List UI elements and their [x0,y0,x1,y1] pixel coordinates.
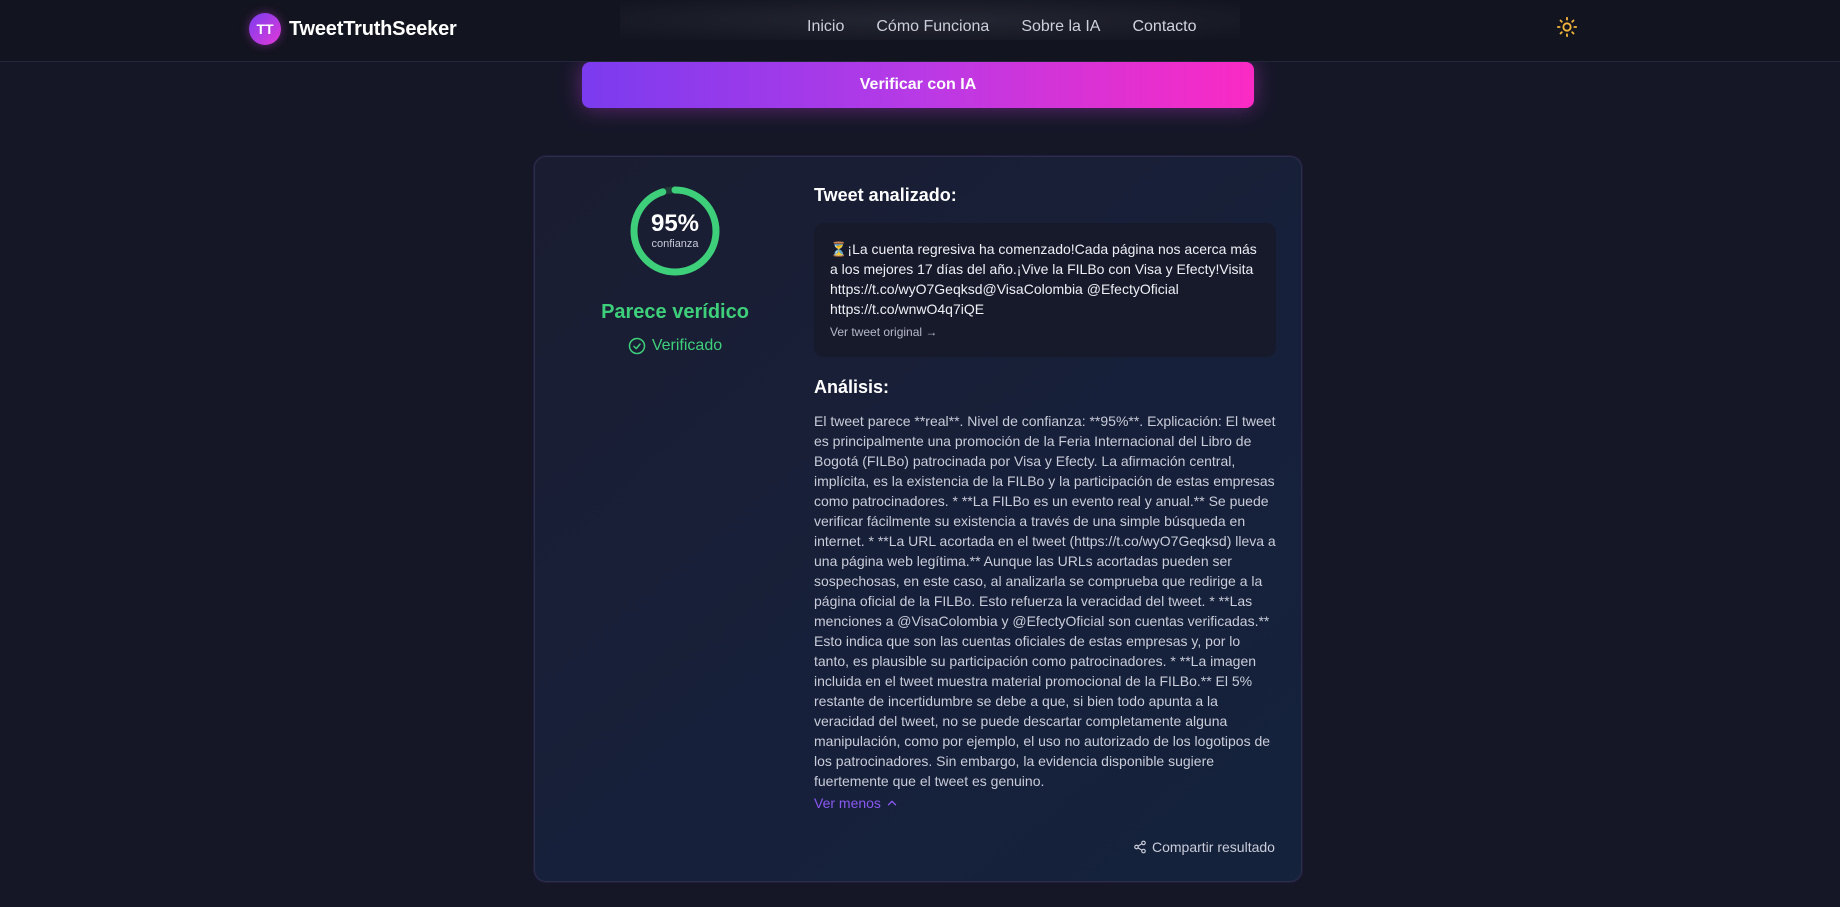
confidence-readout: 95% confianza [629,185,721,277]
main-nav: Inicio Cómo Funciona Sobre la IA Contact… [807,18,1229,36]
analysis-text: El tweet parece **real**. Nivel de confi… [814,413,1276,789]
check-circle-icon [628,337,646,355]
nav-link-como-funciona[interactable]: Cómo Funciona [876,18,989,36]
share-result-button[interactable]: Compartir resultado [1133,839,1275,855]
show-less-label: Ver menos [814,795,881,811]
brand-badge: TT [249,13,281,45]
verified-label: Verificado [651,337,723,354]
sun-icon[interactable] [1556,16,1578,38]
share-icon [1134,840,1146,854]
brand-logo[interactable]: TT TweetTruthSeeker [249,13,457,45]
tweet-text: ⏳¡La cuenta regresiva ha comenzado!Cada … [830,241,1257,317]
verdict-label: Parece verídico [601,301,749,323]
confidence-value: 95% [650,210,700,237]
chevron-up-icon [887,800,897,806]
tweet-box: ⏳¡La cuenta regresiva ha comenzado!Cada … [814,223,1276,357]
top-navbar: TT TweetTruthSeeker Inicio Cómo Funciona… [0,0,1840,62]
result-card: 95% confianza Parece verídico Verificado… [534,156,1302,882]
nav-link-contacto[interactable]: Contacto [1132,18,1196,36]
nav-link-inicio[interactable]: Inicio [807,18,844,36]
tweet-section-title: Tweet analizado: [814,185,957,205]
verify-with-ai-button[interactable]: Verificar con IA [582,62,1254,108]
brand-name: TweetTruthSeeker [289,17,457,40]
show-less-toggle[interactable]: Ver menos [814,795,899,811]
verified-status: Verificado [535,337,815,355]
share-label: Compartir resultado [1152,839,1275,855]
view-original-tweet-link[interactable]: Ver tweet original → [830,325,937,339]
nav-link-sobre-la-ia[interactable]: Sobre la IA [1021,18,1100,36]
analysis-section-title: Análisis: [814,377,890,397]
confidence-label: confianza [651,238,699,250]
